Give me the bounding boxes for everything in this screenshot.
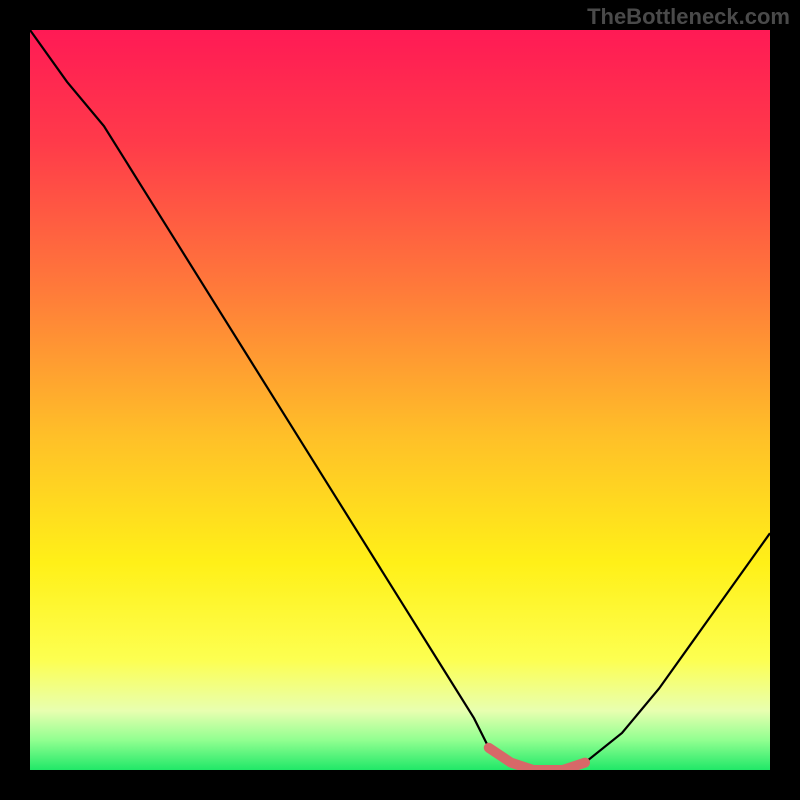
curve-path bbox=[30, 30, 770, 770]
bottleneck-curve bbox=[30, 30, 770, 770]
chart-area bbox=[30, 30, 770, 770]
highlight-segment bbox=[489, 748, 585, 770]
watermark-text: TheBottleneck.com bbox=[587, 4, 790, 30]
